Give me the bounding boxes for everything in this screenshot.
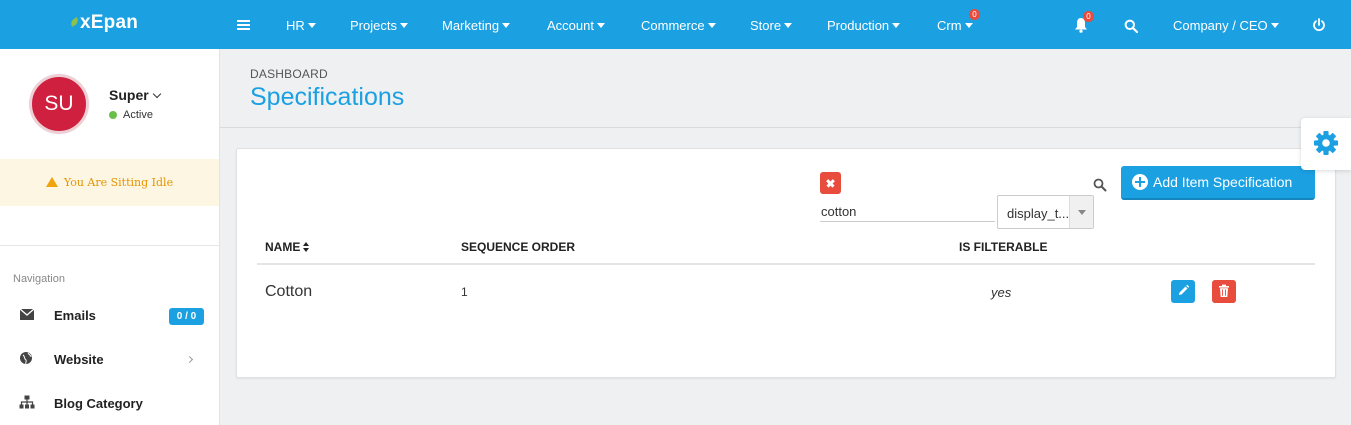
nav-section-title: Navigation [13, 273, 65, 285]
page-title: Specifications [250, 83, 405, 111]
brand-logo[interactable]: xEpan [69, 12, 138, 34]
caret-down-icon [596, 23, 605, 28]
company-dropdown[interactable]: Company / CEO [1173, 18, 1279, 33]
avatar[interactable]: SU [29, 74, 89, 134]
caret-down-icon [399, 23, 408, 28]
cell-name: Cotton [265, 283, 313, 300]
sidebar: SU Super Active You Are Sitting Idle Nav… [0, 49, 220, 425]
sidebar-item-emails[interactable]: Emails 0 / 0 [0, 300, 219, 330]
envelope-icon [19, 308, 35, 320]
column-header-sequence-order: SEQUENCE ORDER [461, 240, 576, 254]
sidebar-item-blog-category[interactable]: Blog Category [0, 388, 219, 418]
column-header-is-filterable: IS FILTERABLE [959, 240, 1048, 254]
status-dot-icon [109, 111, 117, 119]
cell-sequence-order: 1 [461, 285, 468, 299]
delete-button[interactable] [1212, 280, 1236, 303]
caret-down-icon [502, 23, 511, 28]
search-icon[interactable] [1124, 19, 1138, 33]
crm-badge: 0 [969, 9, 980, 20]
idle-alert: You Are Sitting Idle [0, 159, 219, 206]
nav-hr[interactable]: HR [286, 18, 316, 33]
nav-crm[interactable]: Crm [937, 18, 973, 33]
warning-icon [45, 177, 58, 187]
search-input[interactable] [820, 201, 995, 222]
gear-icon [1314, 131, 1338, 155]
menu-toggle-icon[interactable] [237, 20, 250, 30]
nav-store[interactable]: Store [750, 18, 793, 33]
caret-down-icon [707, 23, 716, 28]
globe-icon [20, 352, 32, 365]
add-item-specification-button[interactable]: Add Item Specification [1121, 166, 1315, 200]
edit-button[interactable] [1171, 280, 1195, 303]
trash-icon [1219, 284, 1229, 297]
nav-marketing[interactable]: Marketing [442, 18, 511, 33]
chevron-right-icon [185, 355, 194, 364]
notifications-badge: 0 [1083, 11, 1094, 22]
sort-icon [303, 242, 310, 252]
header-divider [220, 127, 1351, 128]
select-arrow-icon [1069, 196, 1093, 228]
caret-down-icon [784, 23, 793, 28]
caret-down-icon [964, 23, 973, 28]
power-icon[interactable] [1312, 18, 1326, 32]
top-navbar: xEpan HR Projects Marketing Account Comm… [0, 0, 1351, 49]
pencil-icon [1179, 284, 1190, 295]
nav-account[interactable]: Account [547, 18, 605, 33]
nav-production[interactable]: Production [827, 18, 901, 33]
settings-toggle[interactable] [1301, 118, 1351, 170]
sidebar-divider [0, 245, 219, 246]
breadcrumb[interactable]: DASHBOARD [250, 67, 328, 81]
sidebar-item-website[interactable]: Website [0, 344, 219, 374]
chevron-down-icon [152, 89, 161, 99]
clear-search-button[interactable] [820, 172, 841, 194]
emails-count-badge: 0 / 0 [169, 308, 204, 325]
user-status: Active [109, 109, 153, 121]
table-header-divider [257, 263, 1315, 265]
plus-circle-icon [1132, 174, 1148, 190]
nav-projects[interactable]: Projects [350, 18, 408, 33]
column-header-name[interactable]: NAME [265, 240, 310, 254]
sitemap-icon [19, 395, 35, 409]
leaf-icon [69, 17, 80, 27]
search-icon[interactable] [1093, 178, 1107, 192]
user-menu[interactable]: Super [109, 87, 161, 103]
caret-down-icon [892, 23, 901, 28]
nav-commerce[interactable]: Commerce [641, 18, 716, 33]
caret-down-icon [1270, 23, 1279, 28]
caret-down-icon [307, 23, 316, 28]
cell-is-filterable: yes [991, 285, 1012, 300]
filter-select[interactable]: display_t... [997, 195, 1094, 229]
